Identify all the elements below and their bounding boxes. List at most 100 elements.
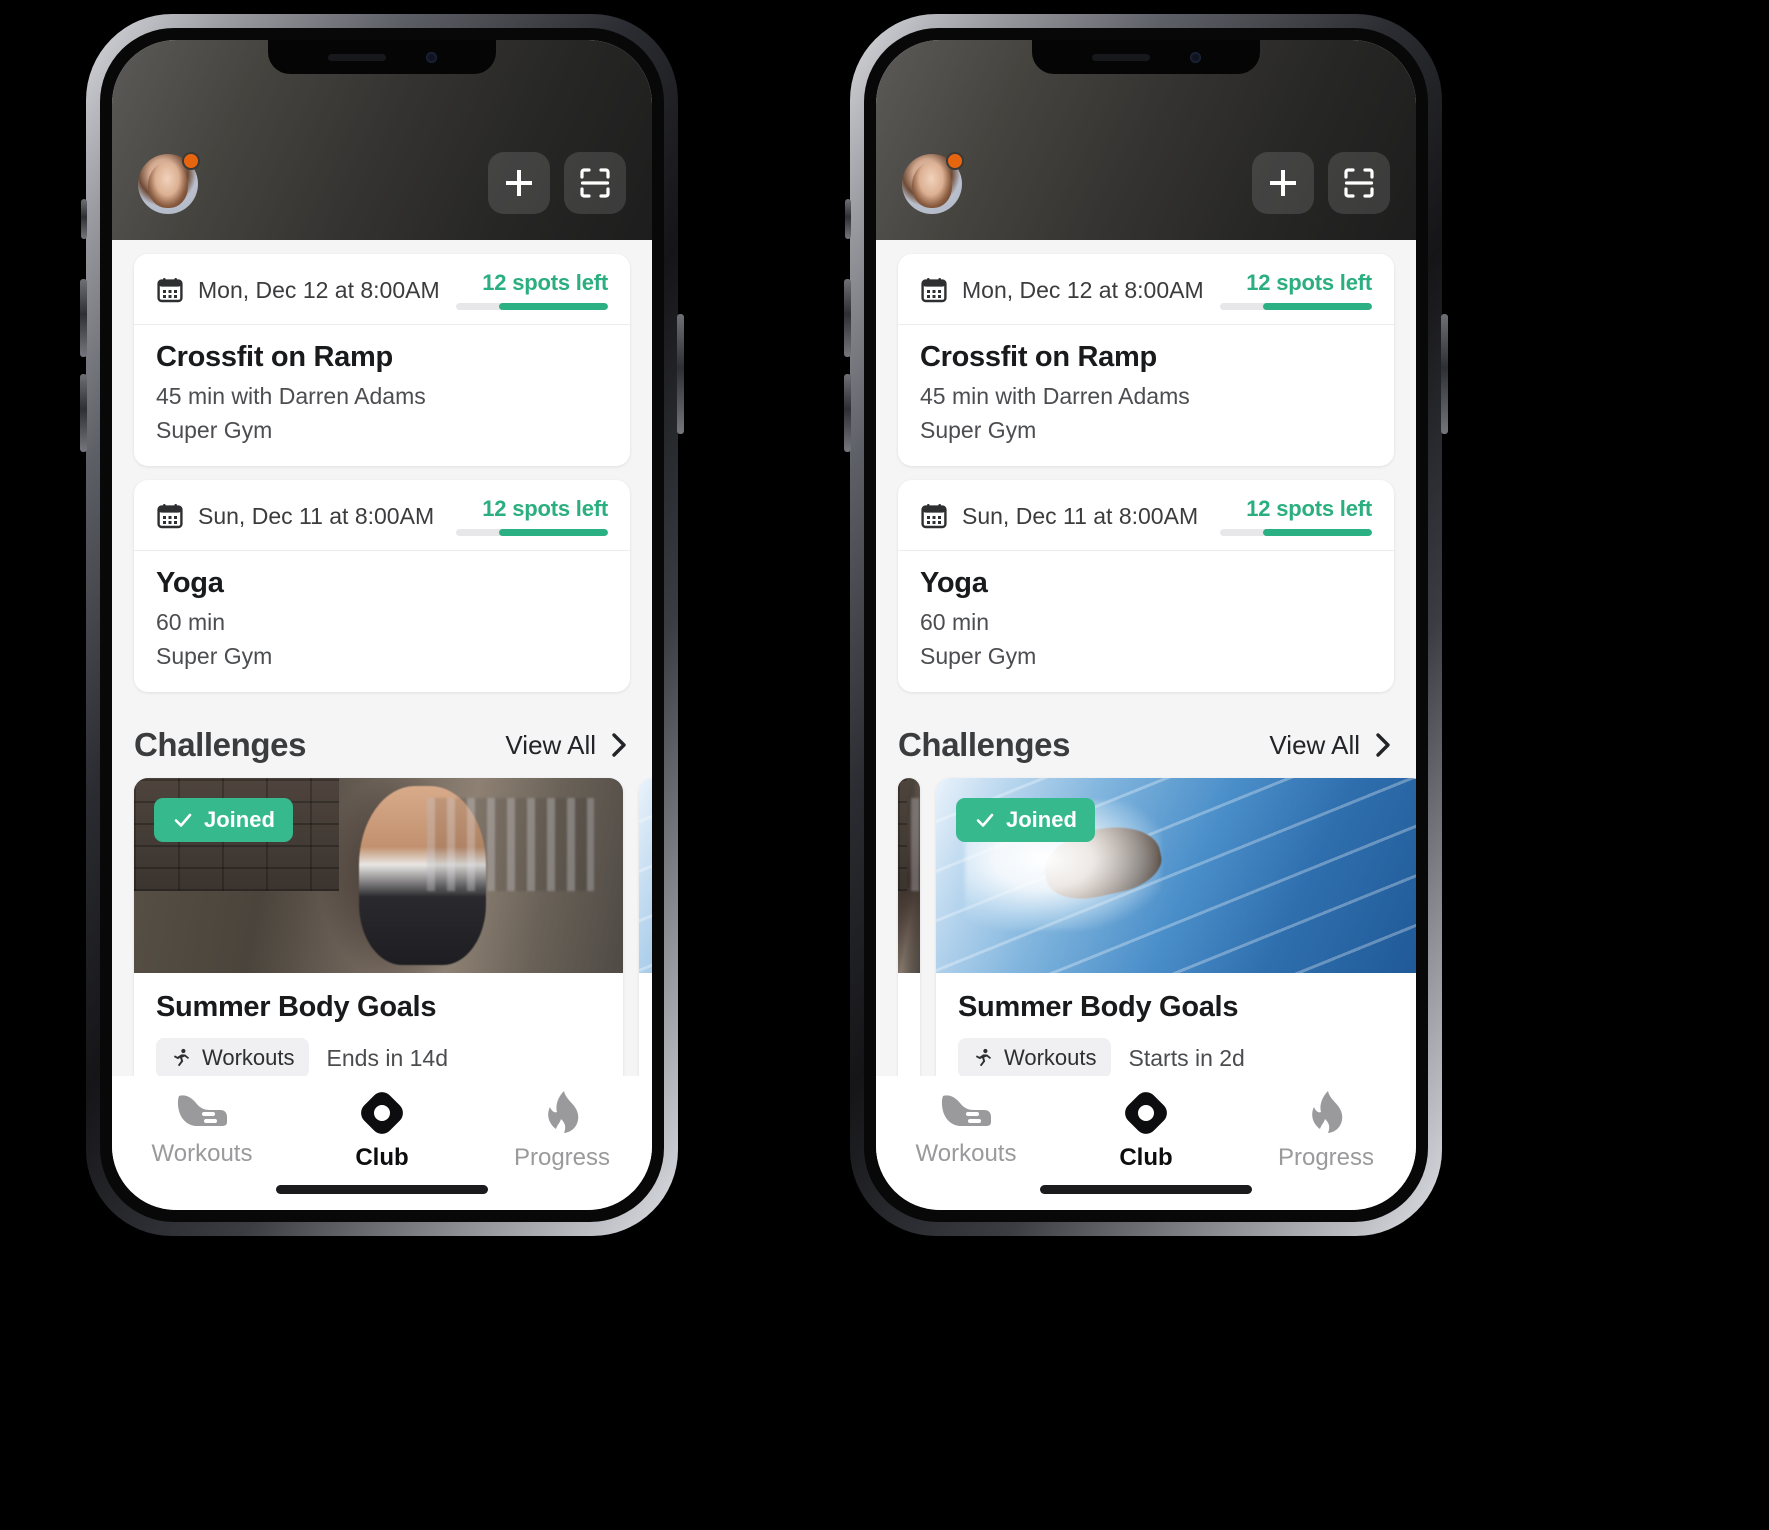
- tab-club-label: Club: [1119, 1144, 1173, 1171]
- runner-icon: [975, 1048, 992, 1067]
- tab-workouts[interactable]: Workouts: [127, 1090, 277, 1168]
- profile-avatar-button[interactable]: [138, 152, 200, 214]
- volume-down-button[interactable]: [844, 374, 851, 452]
- profile-avatar-button[interactable]: [902, 152, 964, 214]
- class-title: Crossfit on Ramp: [156, 341, 393, 373]
- tab-progress[interactable]: Progress: [487, 1090, 637, 1172]
- class-duration: 45 min with Darren Adams: [156, 383, 426, 409]
- plus-icon: [1270, 170, 1296, 196]
- class-card-body: Yoga 60 min Super Gym: [898, 551, 1394, 692]
- view-all-button[interactable]: View All: [1269, 730, 1394, 761]
- club-diamond-icon: [1125, 1092, 1167, 1134]
- view-all-label: View All: [505, 729, 596, 760]
- scan-button[interactable]: [1328, 152, 1390, 214]
- club-diamond-icon: [361, 1092, 403, 1134]
- class-card[interactable]: Sun, Dec 11 at 8:00AM 12 spots left Yoga…: [134, 480, 630, 692]
- class-datetime-text: Sun, Dec 11 at 8:00AM: [962, 502, 1199, 529]
- gym-photo: [898, 778, 920, 973]
- tab-workouts-label: Workouts: [151, 1140, 253, 1167]
- phone-bezel: Mon, Dec 12 at 8:00AM 12 spots left Cros…: [100, 28, 664, 1222]
- header-actions: [1252, 152, 1390, 214]
- class-datetime-text: Sun, Dec 11 at 8:00AM: [198, 502, 435, 529]
- class-card-body: Crossfit on Ramp 45 min with Darren Adam…: [134, 325, 630, 466]
- scroll-content-left[interactable]: Mon, Dec 12 at 8:00AM 12 spots left Cros…: [112, 240, 652, 1076]
- challenge-title: Summer Body Goals: [156, 991, 437, 1023]
- notch: [268, 40, 496, 74]
- joined-badge: Joined: [154, 798, 293, 842]
- challenge-type-label: Workouts: [202, 1045, 295, 1070]
- flame-icon: [548, 1091, 579, 1133]
- class-card[interactable]: Mon, Dec 12 at 8:00AM 12 spots left Cros…: [134, 254, 630, 466]
- challenges-title: Challenges: [134, 726, 307, 763]
- screen-right: Mon, Dec 12 at 8:00AM 12 spots left Cros…: [876, 40, 1416, 1210]
- tab-workouts[interactable]: Workouts: [891, 1090, 1041, 1168]
- spots-left-label: 12 spots left: [482, 270, 608, 295]
- front-camera: [425, 51, 437, 63]
- add-button[interactable]: [488, 152, 550, 214]
- earpiece-speaker: [327, 53, 386, 61]
- power-button[interactable]: [1441, 314, 1448, 434]
- check-icon: [976, 813, 994, 827]
- tab-club[interactable]: Club: [1071, 1090, 1221, 1172]
- add-button[interactable]: [1252, 152, 1314, 214]
- challenge-card-prev-peek[interactable]: [898, 778, 920, 1076]
- volume-up-button[interactable]: [80, 279, 87, 357]
- challenge-card[interactable]: Joined Summer Body Goals: [936, 778, 1416, 1076]
- silent-switch[interactable]: [845, 199, 851, 239]
- shoe-icon: [941, 1095, 991, 1126]
- spots-progress-track: [456, 529, 608, 536]
- spots-progress-track: [1220, 529, 1372, 536]
- spots-left: 12 spots left: [456, 270, 608, 310]
- scroll-content-right[interactable]: Mon, Dec 12 at 8:00AM 12 spots left Cros…: [876, 240, 1416, 1076]
- view-all-button[interactable]: View All: [505, 730, 630, 761]
- class-card-header: Mon, Dec 12 at 8:00AM 12 spots left: [134, 254, 630, 325]
- challenges-carousel[interactable]: Joined Summer Body Goals: [876, 778, 1416, 1076]
- class-location: Super Gym: [920, 643, 1037, 669]
- power-button[interactable]: [677, 314, 684, 434]
- home-indicator[interactable]: [276, 1185, 488, 1194]
- scan-button[interactable]: [564, 152, 626, 214]
- bottom-tab-bar: Workouts Club Progress: [876, 1076, 1416, 1210]
- chevron-right-icon: [612, 733, 626, 757]
- chevron-right-icon: [1376, 733, 1390, 757]
- calendar-icon: [157, 278, 183, 303]
- challenge-card-body: Summer Body Goals Workouts: [134, 973, 623, 1076]
- volume-up-button[interactable]: [844, 279, 851, 357]
- joined-badge-label: Joined: [1006, 807, 1077, 832]
- challenge-hero-image: Joined: [936, 778, 1416, 973]
- challenge-hero-image: [639, 778, 652, 973]
- class-card[interactable]: Sun, Dec 11 at 8:00AM 12 spots left Yoga…: [898, 480, 1394, 692]
- challenges-title: Challenges: [898, 726, 1071, 763]
- spots-left-label: 12 spots left: [1246, 270, 1372, 295]
- spots-left: 12 spots left: [1220, 496, 1372, 536]
- class-card[interactable]: Mon, Dec 12 at 8:00AM 12 spots left Cros…: [898, 254, 1394, 466]
- challenge-card[interactable]: Joined Summer Body Goals: [134, 778, 623, 1076]
- joined-badge-label: Joined: [204, 807, 275, 832]
- challenge-hero-image: [898, 778, 920, 973]
- home-indicator[interactable]: [1040, 1185, 1252, 1194]
- challenge-card-body: [639, 973, 652, 1013]
- silent-switch[interactable]: [81, 199, 87, 239]
- view-all-label: View All: [1269, 729, 1360, 760]
- class-duration: 60 min: [156, 609, 226, 635]
- challenge-type-label: Workouts: [1004, 1045, 1097, 1070]
- tab-progress[interactable]: Progress: [1251, 1090, 1401, 1172]
- notification-badge-dot: [946, 152, 964, 170]
- challenge-type-chip: Workouts: [156, 1038, 309, 1076]
- notification-badge-dot: [182, 152, 200, 170]
- challenges-carousel[interactable]: Joined Summer Body Goals: [112, 778, 652, 1076]
- plus-icon: [506, 170, 532, 196]
- tab-progress-label: Progress: [1277, 1144, 1375, 1171]
- tab-club-label: Club: [355, 1144, 409, 1171]
- class-title: Yoga: [920, 567, 988, 599]
- challenge-card-body: Summer Body Goals Workouts: [936, 973, 1416, 1076]
- calendar-icon: [157, 504, 183, 529]
- scan-icon: [1344, 168, 1374, 198]
- tab-club[interactable]: Club: [307, 1090, 457, 1172]
- bottom-tab-bar: Workouts Club Progress: [112, 1076, 652, 1210]
- calendar-icon: [921, 278, 947, 303]
- challenge-card-next-peek[interactable]: [639, 778, 652, 1076]
- volume-down-button[interactable]: [80, 374, 87, 452]
- class-title: Yoga: [156, 567, 224, 599]
- front-camera: [1189, 51, 1201, 63]
